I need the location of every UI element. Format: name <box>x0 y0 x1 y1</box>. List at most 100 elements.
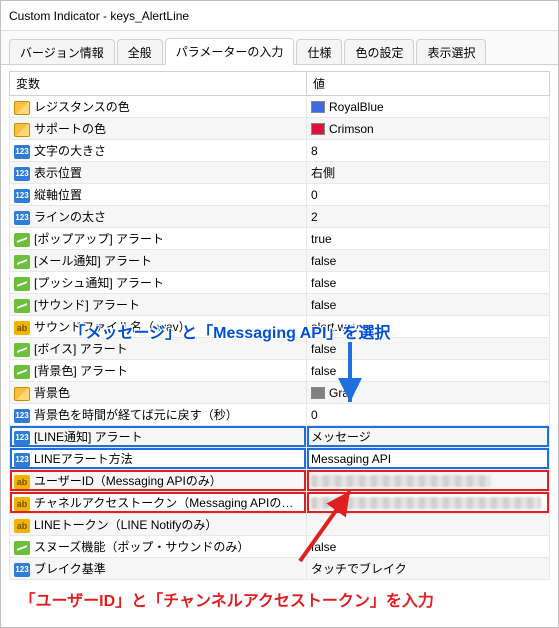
bool-type-icon <box>14 233 30 247</box>
param-value-cell[interactable]: false <box>307 294 550 316</box>
param-name: ラインの太さ <box>34 210 106 224</box>
table-row[interactable]: レジスタンスの色RoyalBlue <box>10 96 550 118</box>
bool-type-icon <box>14 277 30 291</box>
color-type-icon <box>14 387 30 401</box>
param-value-cell[interactable]: 0 <box>307 404 550 426</box>
table-row[interactable]: [ボイス] アラートfalse <box>10 338 550 360</box>
param-value: false <box>311 342 336 356</box>
tab-general[interactable]: 全般 <box>117 39 163 65</box>
table-row[interactable]: [プッシュ通知] アラート false <box>10 272 550 294</box>
table-row[interactable]: 123縦軸位置0 <box>10 184 550 206</box>
tab-parameters[interactable]: パラメーターの入力 <box>165 38 295 65</box>
color-swatch <box>311 387 325 399</box>
redacted-value <box>311 497 541 509</box>
table-row[interactable]: abチャネルアクセストークン（Messaging APIのみ） <box>10 492 550 514</box>
bool-type-icon <box>14 541 30 555</box>
param-value-cell[interactable]: false <box>307 536 550 558</box>
window: Custom Indicator - keys_AlertLine バージョン情… <box>0 0 559 628</box>
param-name: ブレイク基準 <box>34 562 106 576</box>
param-value-cell[interactable]: 右側 <box>307 162 550 184</box>
table-row[interactable]: 123背景色を時間が経てば元に戻す（秒）0 <box>10 404 550 426</box>
param-value-cell[interactable]: RoyalBlue <box>307 96 550 118</box>
table-row[interactable]: スヌーズ機能（ポップ・サウンドのみ）false <box>10 536 550 558</box>
param-value: false <box>311 276 336 290</box>
param-value: 8 <box>311 144 318 158</box>
param-name: サポートの色 <box>34 122 106 136</box>
bool-type-icon <box>14 343 30 357</box>
param-value-cell[interactable]: false <box>307 338 550 360</box>
param-value: 0 <box>311 188 318 202</box>
param-value-cell[interactable]: false <box>307 360 550 382</box>
param-value: Gray <box>329 386 355 400</box>
param-value-cell[interactable]: alert.wav <box>307 316 550 338</box>
table-row[interactable]: 123 ブレイク基準 タッチでブレイク <box>10 558 550 580</box>
param-value-cell[interactable]: false <box>307 250 550 272</box>
param-value: false <box>311 254 336 268</box>
table-row[interactable]: [ポップアップ] アラート true <box>10 228 550 250</box>
window-title: Custom Indicator - keys_AlertLine <box>9 9 189 23</box>
tab-version[interactable]: バージョン情報 <box>9 39 115 65</box>
number-type-icon: 123 <box>14 453 30 467</box>
table-row[interactable]: 123 文字の大きさ 8 <box>10 140 550 162</box>
string-type-icon: ab <box>14 519 30 533</box>
bool-type-icon <box>14 365 30 379</box>
table-row[interactable]: ab ユーザーID（Messaging APIのみ） <box>10 470 550 492</box>
number-type-icon: 123 <box>14 211 30 225</box>
param-value-cell[interactable]: 8 <box>307 140 550 162</box>
param-value-cell[interactable]: Gray <box>307 382 550 404</box>
table-row[interactable]: 123表示位置右側 <box>10 162 550 184</box>
param-value: false <box>311 364 336 378</box>
table-row[interactable]: 123 ラインの太さ 2 <box>10 206 550 228</box>
string-type-icon: ab <box>14 475 30 489</box>
table-row[interactable]: abサウンドファイル名（.wav）alert.wav <box>10 316 550 338</box>
param-value-cell[interactable]: Crimson <box>307 118 550 140</box>
param-value-cell[interactable] <box>307 514 550 536</box>
param-name: 文字の大きさ <box>34 144 106 158</box>
param-name: [背景色] アラート <box>34 364 128 378</box>
param-value: RoyalBlue <box>329 100 384 114</box>
number-type-icon: 123 <box>14 145 30 159</box>
table-row[interactable]: 背景色Gray <box>10 382 550 404</box>
param-name: [LINE通知] アラート <box>34 430 143 444</box>
param-value-cell[interactable]: true <box>307 228 550 250</box>
param-value: Messaging API <box>311 452 391 466</box>
param-value: タッチでブレイク <box>311 562 407 576</box>
param-value-cell[interactable]: タッチでブレイク <box>307 558 550 580</box>
tabbar: バージョン情報 全般 パラメーターの入力 仕様 色の設定 表示選択 <box>1 31 558 64</box>
tab-spec[interactable]: 仕様 <box>296 39 342 65</box>
param-name: [ポップアップ] アラート <box>34 232 164 246</box>
table-row[interactable]: 123 [LINE通知] アラート メッセージ <box>10 426 550 448</box>
param-name: [プッシュ通知] アラート <box>34 276 164 290</box>
param-value-cell[interactable]: メッセージ <box>307 426 550 448</box>
number-type-icon: 123 <box>14 563 30 577</box>
number-type-icon: 123 <box>14 431 30 445</box>
param-value-cell[interactable]: 0 <box>307 184 550 206</box>
table-row[interactable]: [背景色] アラート false <box>10 360 550 382</box>
table-row[interactable]: abLINEトークン（LINE Notifyのみ） <box>10 514 550 536</box>
param-value: Crimson <box>329 122 374 136</box>
param-value-cell[interactable]: Messaging API <box>307 448 550 470</box>
table-row[interactable]: [サウンド] アラート false <box>10 294 550 316</box>
table-row[interactable]: サポートの色 Crimson <box>10 118 550 140</box>
param-value-cell[interactable]: 2 <box>307 206 550 228</box>
tab-colors[interactable]: 色の設定 <box>344 39 414 65</box>
param-name: LINEアラート方法 <box>34 452 133 466</box>
param-value-cell[interactable] <box>307 470 550 492</box>
content: 変数 値 レジスタンスの色RoyalBlue サポートの色 Crimson 123 文字… <box>1 64 558 627</box>
param-value: false <box>311 540 336 554</box>
table-row[interactable]: [メール通知] アラートfalse <box>10 250 550 272</box>
param-name: ユーザーID（Messaging APIのみ） <box>34 474 222 488</box>
bool-type-icon <box>14 299 30 313</box>
param-name: 背景色を時間が経てば元に戻す（秒） <box>34 408 238 422</box>
param-value-cell[interactable] <box>307 492 550 514</box>
col-variable[interactable]: 変数 <box>10 72 307 96</box>
annotation-bottom: 「ユーザーID」と「チャンネルアクセストークン」を入力 <box>20 587 434 611</box>
col-value[interactable]: 値 <box>307 72 550 96</box>
parameter-grid[interactable]: 変数 値 レジスタンスの色RoyalBlue サポートの色 Crimson 123 文字… <box>9 71 550 580</box>
tab-display[interactable]: 表示選択 <box>416 39 486 65</box>
param-value-cell[interactable]: false <box>307 272 550 294</box>
param-name: サウンドファイル名（.wav） <box>34 320 191 334</box>
param-name: [サウンド] アラート <box>34 298 140 312</box>
table-row[interactable]: 123 LINEアラート方法 Messaging API <box>10 448 550 470</box>
param-value: 0 <box>311 408 318 422</box>
